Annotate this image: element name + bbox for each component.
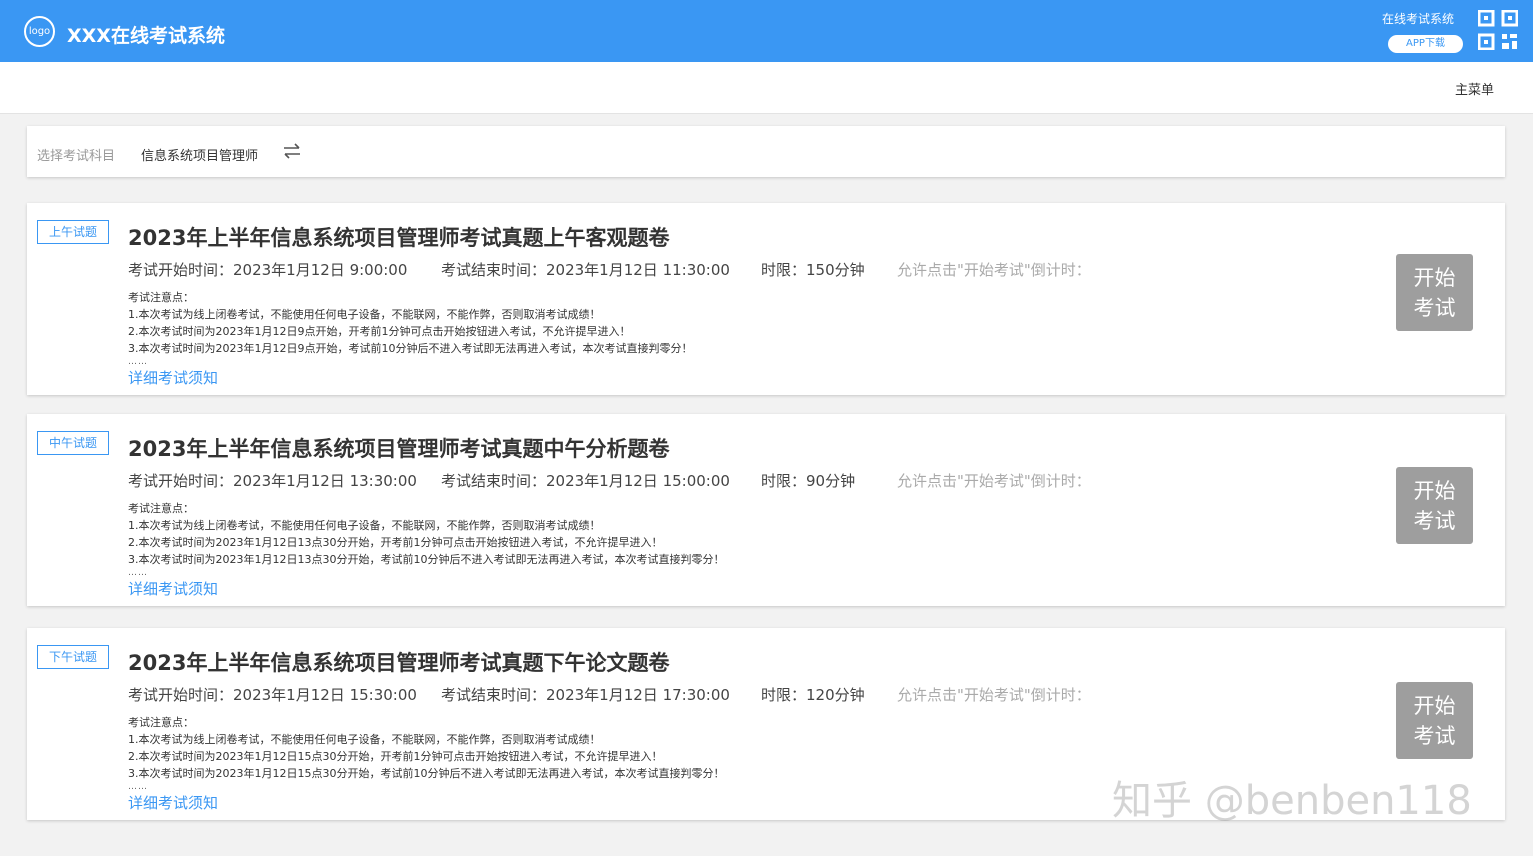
note-item: 1.本次考试为线上闭卷考试，不能使用任何电子设备，不能联网，不能作弊，否则取消考… [128, 308, 601, 321]
system-label: 在线考试系统 [1382, 12, 1455, 26]
exam-end-time: 考试结束时间：2023年1月12日 17:30:00 [441, 686, 730, 704]
notes-ellipsis: …… [128, 782, 148, 792]
start-button-line: 开始 [1413, 694, 1456, 718]
start-exam-button[interactable]: 开始 考试 [1396, 467, 1473, 544]
exam-countdown: 允许点击"开始考试"倒计时： [897, 261, 1091, 279]
note-item: 3.本次考试时间为2023年1月12日15点30分开始，考试前10分钟后不进入考… [128, 767, 725, 780]
main-menu-link[interactable]: 主菜单 [1455, 79, 1494, 98]
notes-ellipsis: …… [128, 568, 148, 578]
exam-start-time: 考试开始时间：2023年1月12日 9:00:00 [128, 261, 408, 279]
subject-label: 选择考试科目 [37, 149, 116, 164]
logo: logo [24, 16, 55, 47]
start-button-line: 考试 [1413, 296, 1456, 320]
exam-start-time: 考试开始时间：2023年1月12日 15:30:00 [128, 686, 417, 704]
exam-countdown: 允许点击"开始考试"倒计时： [897, 686, 1091, 704]
exam-card: 上午试题 2023年上半年信息系统项目管理师考试真题上午客观题卷 考试开始时间：… [27, 203, 1505, 395]
notes-title: 考试注意点： [128, 716, 194, 729]
start-button-line: 开始 [1413, 479, 1456, 503]
exam-tag: 下午试题 [37, 645, 109, 669]
exam-card: 中午试题 2023年上半年信息系统项目管理师考试真题中午分析题卷 考试开始时间：… [27, 414, 1505, 606]
note-item: 1.本次考试为线上闭卷考试，不能使用任何电子设备，不能联网，不能作弊，否则取消考… [128, 733, 601, 746]
exam-start-time: 考试开始时间：2023年1月12日 13:30:00 [128, 472, 417, 490]
note-item: 3.本次考试时间为2023年1月12日13点30分开始，考试前10分钟后不进入考… [128, 553, 725, 566]
detail-notice-link[interactable]: 详细考试须知 [128, 792, 218, 813]
exam-title: 2023年上半年信息系统项目管理师考试真题中午分析题卷 [128, 437, 670, 461]
exam-title: 2023年上半年信息系统项目管理师考试真题下午论文题卷 [128, 651, 670, 675]
top-header: logo XXX在线考试系统 在线考试系统 APP下载 [0, 0, 1533, 62]
exam-time-limit: 时限：90分钟 [761, 472, 856, 490]
start-button-line: 考试 [1413, 724, 1456, 748]
swap-icon[interactable] [281, 141, 303, 161]
note-item: 1.本次考试为线上闭卷考试，不能使用任何电子设备，不能联网，不能作弊，否则取消考… [128, 519, 601, 532]
exam-countdown: 允许点击"开始考试"倒计时： [897, 472, 1091, 490]
app-title: XXX在线考试系统 [67, 25, 225, 47]
detail-notice-link[interactable]: 详细考试须知 [128, 578, 218, 599]
start-exam-button[interactable]: 开始 考试 [1396, 254, 1473, 331]
notes-title: 考试注意点： [128, 502, 194, 515]
notes-title: 考试注意点： [128, 291, 194, 304]
qr-code-icon[interactable] [1478, 10, 1518, 50]
subject-value[interactable]: 信息系统项目管理师 [141, 145, 258, 164]
note-item: 2.本次考试时间为2023年1月12日15点30分开始，开考前1分钟可点击开始按… [128, 750, 663, 763]
watermark: 知乎 @benben118 [1112, 778, 1472, 824]
exam-time-limit: 时限：150分钟 [761, 261, 865, 279]
nav-bar: 主菜单 [0, 62, 1533, 114]
exam-end-time: 考试结束时间：2023年1月12日 11:30:00 [441, 261, 730, 279]
start-button-line: 开始 [1413, 266, 1456, 290]
exam-tag: 中午试题 [37, 431, 109, 455]
notes-ellipsis: …… [128, 357, 148, 367]
start-exam-button[interactable]: 开始 考试 [1396, 682, 1473, 759]
exam-title: 2023年上半年信息系统项目管理师考试真题上午客观题卷 [128, 226, 670, 250]
detail-notice-link[interactable]: 详细考试须知 [128, 367, 218, 388]
note-item: 3.本次考试时间为2023年1月12日9点开始，考试前10分钟后不进入考试即无法… [128, 342, 693, 355]
note-item: 2.本次考试时间为2023年1月12日13点30分开始，开考前1分钟可点击开始按… [128, 536, 663, 549]
app-download-button[interactable]: APP下载 [1388, 35, 1463, 53]
exam-time-limit: 时限：120分钟 [761, 686, 865, 704]
start-button-line: 考试 [1413, 509, 1456, 533]
exam-end-time: 考试结束时间：2023年1月12日 15:00:00 [441, 472, 730, 490]
note-item: 2.本次考试时间为2023年1月12日9点开始，开考前1分钟可点击开始按钮进入考… [128, 325, 631, 338]
subject-selector: 选择考试科目 信息系统项目管理师 [27, 126, 1505, 177]
exam-tag: 上午试题 [37, 220, 109, 244]
